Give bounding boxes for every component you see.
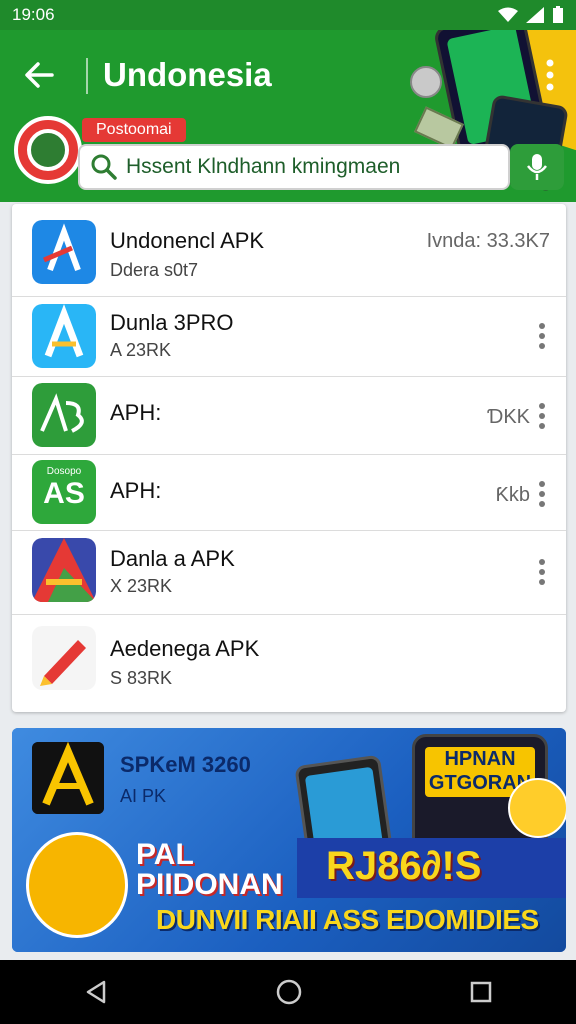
banner-subtitle: AI PK	[120, 786, 167, 806]
back-arrow-icon[interactable]	[22, 58, 56, 92]
status-bar: 19:06	[0, 0, 576, 30]
app-icon-text: AS	[43, 477, 85, 510]
banner-headline-right: RJ86∂!S	[326, 844, 482, 888]
app-icon	[32, 304, 96, 368]
voice-search-button[interactable]	[510, 144, 564, 190]
app-meta: Ivnda: 33.3K7	[426, 230, 550, 252]
mic-icon	[527, 154, 547, 180]
decor-coin-image	[410, 66, 442, 98]
more-vert-icon[interactable]	[544, 58, 556, 92]
app-icon: Dosopo AS	[32, 460, 96, 524]
more-vert-icon[interactable]	[538, 402, 546, 430]
app-size: S 83RK	[110, 668, 173, 688]
app-icon	[32, 383, 96, 447]
more-vert-icon[interactable]	[538, 480, 546, 508]
banner-title: SPKeM 3260	[120, 752, 251, 777]
wifi-icon	[498, 7, 518, 22]
header-divider	[86, 58, 88, 94]
list-item[interactable]: APH: ƊKK	[12, 376, 566, 455]
battery-icon	[553, 6, 563, 23]
list-item[interactable]: Danla a APK X 23RK	[12, 530, 566, 615]
more-vert-icon[interactable]	[538, 322, 546, 350]
app-size: X 23RK	[110, 576, 173, 596]
app-size: Ddera s0t7	[110, 260, 199, 280]
back-triangle-icon[interactable]	[84, 980, 108, 1004]
banner-tagline: DUNVII RIAII ASS EDOMIDIES	[156, 904, 539, 935]
promo-tag: Postoomai	[82, 118, 186, 142]
search-bar[interactable]	[78, 144, 510, 190]
app-list: Undonencl APK Ddera s0t7 Ivnda: 33.3K7 D…	[12, 204, 566, 712]
system-nav-bar	[0, 960, 576, 1024]
app-name: APH:	[110, 400, 162, 425]
app-name: APH:	[110, 478, 162, 503]
app-header: Undonesia Postoomai	[0, 30, 576, 202]
home-circle-icon[interactable]	[276, 979, 302, 1005]
mascot-image	[26, 832, 128, 938]
mascot-emoji-image	[508, 778, 566, 838]
list-item[interactable]: Dunla 3PRO A 23RK	[12, 296, 566, 377]
app-name: Undonencl APK	[110, 228, 265, 253]
app-icon-badge: Dosopo	[46, 466, 82, 477]
search-icon	[91, 154, 117, 180]
banner-app-logo	[32, 742, 104, 814]
store-logo	[14, 116, 82, 184]
search-input[interactable]	[124, 154, 498, 180]
list-item[interactable]: Aedenega APK S 83RK	[12, 614, 566, 712]
app-name: Danla a APK	[110, 546, 235, 571]
app-meta: ƊKK	[487, 406, 530, 428]
app-name: Dunla 3PRO	[110, 310, 234, 335]
banner-headline-left: PAL PIIDONAN	[136, 838, 283, 901]
more-vert-icon[interactable]	[538, 558, 546, 586]
list-item[interactable]: Dosopo AS APH: Ƙkb	[12, 454, 566, 531]
app-meta: Ƙkb	[495, 484, 530, 506]
promo-banner[interactable]: SPKeM 3260 AI PK HPNAN GTGORAN PAL PIIDO…	[12, 728, 566, 952]
status-time: 19:06	[12, 5, 55, 24]
page-title: Undonesia	[103, 56, 272, 93]
app-name: Aedenega APK	[110, 636, 260, 661]
signal-icon	[526, 7, 544, 23]
status-icons	[498, 6, 564, 24]
app-icon	[32, 626, 96, 690]
app-icon	[32, 220, 96, 284]
list-item[interactable]: Undonencl APK Ddera s0t7 Ivnda: 33.3K7	[12, 204, 566, 297]
app-size: A 23RK	[110, 340, 172, 360]
recents-square-icon[interactable]	[470, 981, 492, 1003]
app-icon	[32, 538, 96, 602]
